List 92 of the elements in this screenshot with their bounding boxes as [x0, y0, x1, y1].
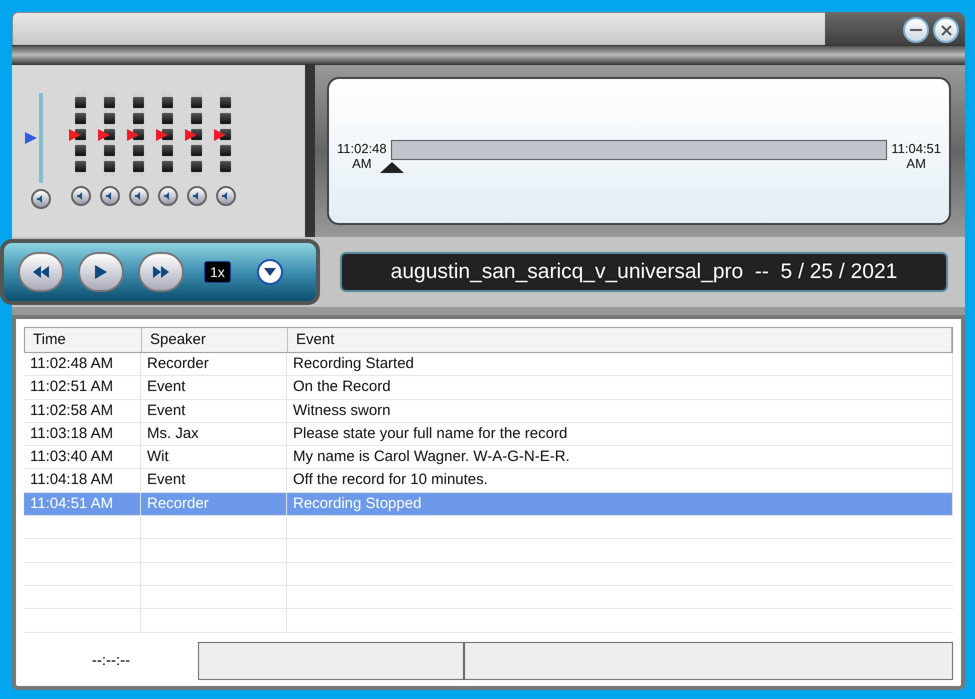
level-marker[interactable]: [185, 128, 197, 140]
level-segment: [220, 97, 231, 108]
column-header[interactable]: Time: [25, 328, 142, 352]
speaker-button[interactable]: [31, 189, 51, 209]
speaker-icon: [106, 192, 114, 200]
speaker-icon: [192, 192, 200, 200]
level-segment: [133, 161, 144, 172]
dropdown-button[interactable]: [256, 259, 283, 285]
level-segment: [162, 161, 173, 172]
clock-readout: --:--:--: [92, 650, 130, 671]
close-button[interactable]: [933, 17, 959, 43]
level-marker[interactable]: [156, 128, 168, 140]
log-row[interactable]: 11:02:48 AM Recorder Recording Started: [24, 353, 953, 376]
table-cell-text: 11:04:18 AM: [30, 470, 114, 490]
level-marker[interactable]: [69, 128, 81, 140]
level-segment: [191, 113, 202, 124]
play-button[interactable]: [78, 252, 124, 292]
close-icon: [940, 24, 952, 36]
table-cell-text: Recorder: [147, 494, 209, 514]
table-cell-text: Witness sworn: [293, 400, 391, 420]
table-cell-text: Event: [147, 400, 186, 420]
level-segment: [191, 97, 202, 108]
master-slider-thumb[interactable]: [25, 132, 37, 144]
level-segment: [104, 161, 115, 172]
level-segment: [162, 145, 173, 156]
table-cell-text: Ms. Jax: [147, 424, 199, 444]
table-cell-text: Recorder: [147, 354, 209, 374]
caret-icon: [264, 268, 276, 276]
fast-forward-icon: [153, 266, 169, 278]
start-time: 11:02:48 AM: [337, 141, 387, 171]
level-segment: [220, 161, 231, 172]
speaker-icon: [37, 195, 45, 203]
log-row[interactable]: 11:03:40 AM Wit My name is Carol Wagner. W-A-G-N-E-R.: [24, 446, 953, 470]
end-time: 11:04:51 AM: [891, 141, 941, 171]
level-segment: [191, 145, 202, 156]
table-cell-text: Event: [147, 470, 186, 490]
table-cell-text: Event: [147, 377, 186, 398]
minimize-button[interactable]: [903, 17, 929, 43]
speaker-icon: [76, 192, 84, 200]
level-segment: [104, 145, 115, 156]
table-cell-text: 11:02:48 AM: [30, 354, 114, 374]
level-segment: [191, 161, 202, 172]
speed-button[interactable]: 1x: [204, 261, 231, 283]
rewind-button[interactable]: [18, 252, 64, 292]
speaker-icon: [222, 192, 230, 200]
table-cell-text: 11:02:51 AM: [30, 377, 114, 398]
table-cell-text: 11:03:18 AM: [30, 424, 114, 444]
level-segment: [133, 97, 144, 108]
minimize-icon: [910, 29, 922, 31]
table-cell-text: Recording Started: [293, 354, 414, 374]
timeline-thumb[interactable]: [380, 161, 404, 173]
level-marker[interactable]: [127, 128, 139, 140]
level-segment: [75, 97, 86, 108]
table-cell-text: Wit: [147, 447, 169, 468]
level-marker[interactable]: [98, 128, 110, 140]
speaker-button[interactable]: [128, 186, 148, 206]
column-header[interactable]: Event: [288, 328, 952, 352]
column-header[interactable]: Speaker: [142, 328, 288, 352]
level-segment: [75, 145, 86, 156]
level-segment: [133, 145, 144, 156]
speaker-button[interactable]: [158, 186, 178, 206]
level-segment: [162, 113, 173, 124]
speaker-button[interactable]: [186, 186, 206, 206]
speaker-button[interactable]: [70, 186, 90, 206]
log-row[interactable]: 11:02:58 AM Event Witness sworn: [24, 400, 953, 423]
table-cell-text: My name is Carol Wagner. W-A-G-N-E-R.: [293, 447, 570, 468]
table-cell-text: On the Record: [293, 377, 391, 398]
speaker-button[interactable]: [216, 186, 236, 206]
table-cell-text: 11:04:51 AM: [30, 494, 114, 514]
level-segment: [162, 97, 173, 108]
level-segment: [220, 145, 231, 156]
level-segment: [104, 113, 115, 124]
table-cell-text: 11:02:58 AM: [30, 400, 114, 420]
session-title: augustin_san_saricq_v_universal_pro -- 5 / 25 / 2021: [390, 259, 898, 286]
table-cell-text: 11:03:40 AM: [30, 447, 114, 468]
play-icon: [95, 265, 107, 279]
log-row[interactable]: 11:03:18 AM Ms. Jax Please state your full name for the record: [24, 422, 953, 446]
level-segment: [75, 161, 86, 172]
level-segment: [220, 113, 231, 124]
level-marker[interactable]: [214, 128, 226, 140]
table-cell-text: Recording Stopped: [293, 494, 422, 514]
speaker-icon: [164, 192, 172, 200]
table-cell-text: Off the record for 10 minutes.: [293, 470, 488, 490]
fast-forward-button[interactable]: [138, 252, 184, 292]
speaker-button[interactable]: [100, 186, 120, 206]
level-segment: [133, 113, 144, 124]
table-cell-text: Please state your full name for the record: [293, 424, 568, 444]
level-segment: [75, 113, 86, 124]
level-segment: [104, 97, 115, 108]
speaker-icon: [134, 192, 142, 200]
rewind-icon: [33, 266, 49, 278]
log-row[interactable]: 11:02:51 AM Event On the Record: [24, 376, 953, 400]
